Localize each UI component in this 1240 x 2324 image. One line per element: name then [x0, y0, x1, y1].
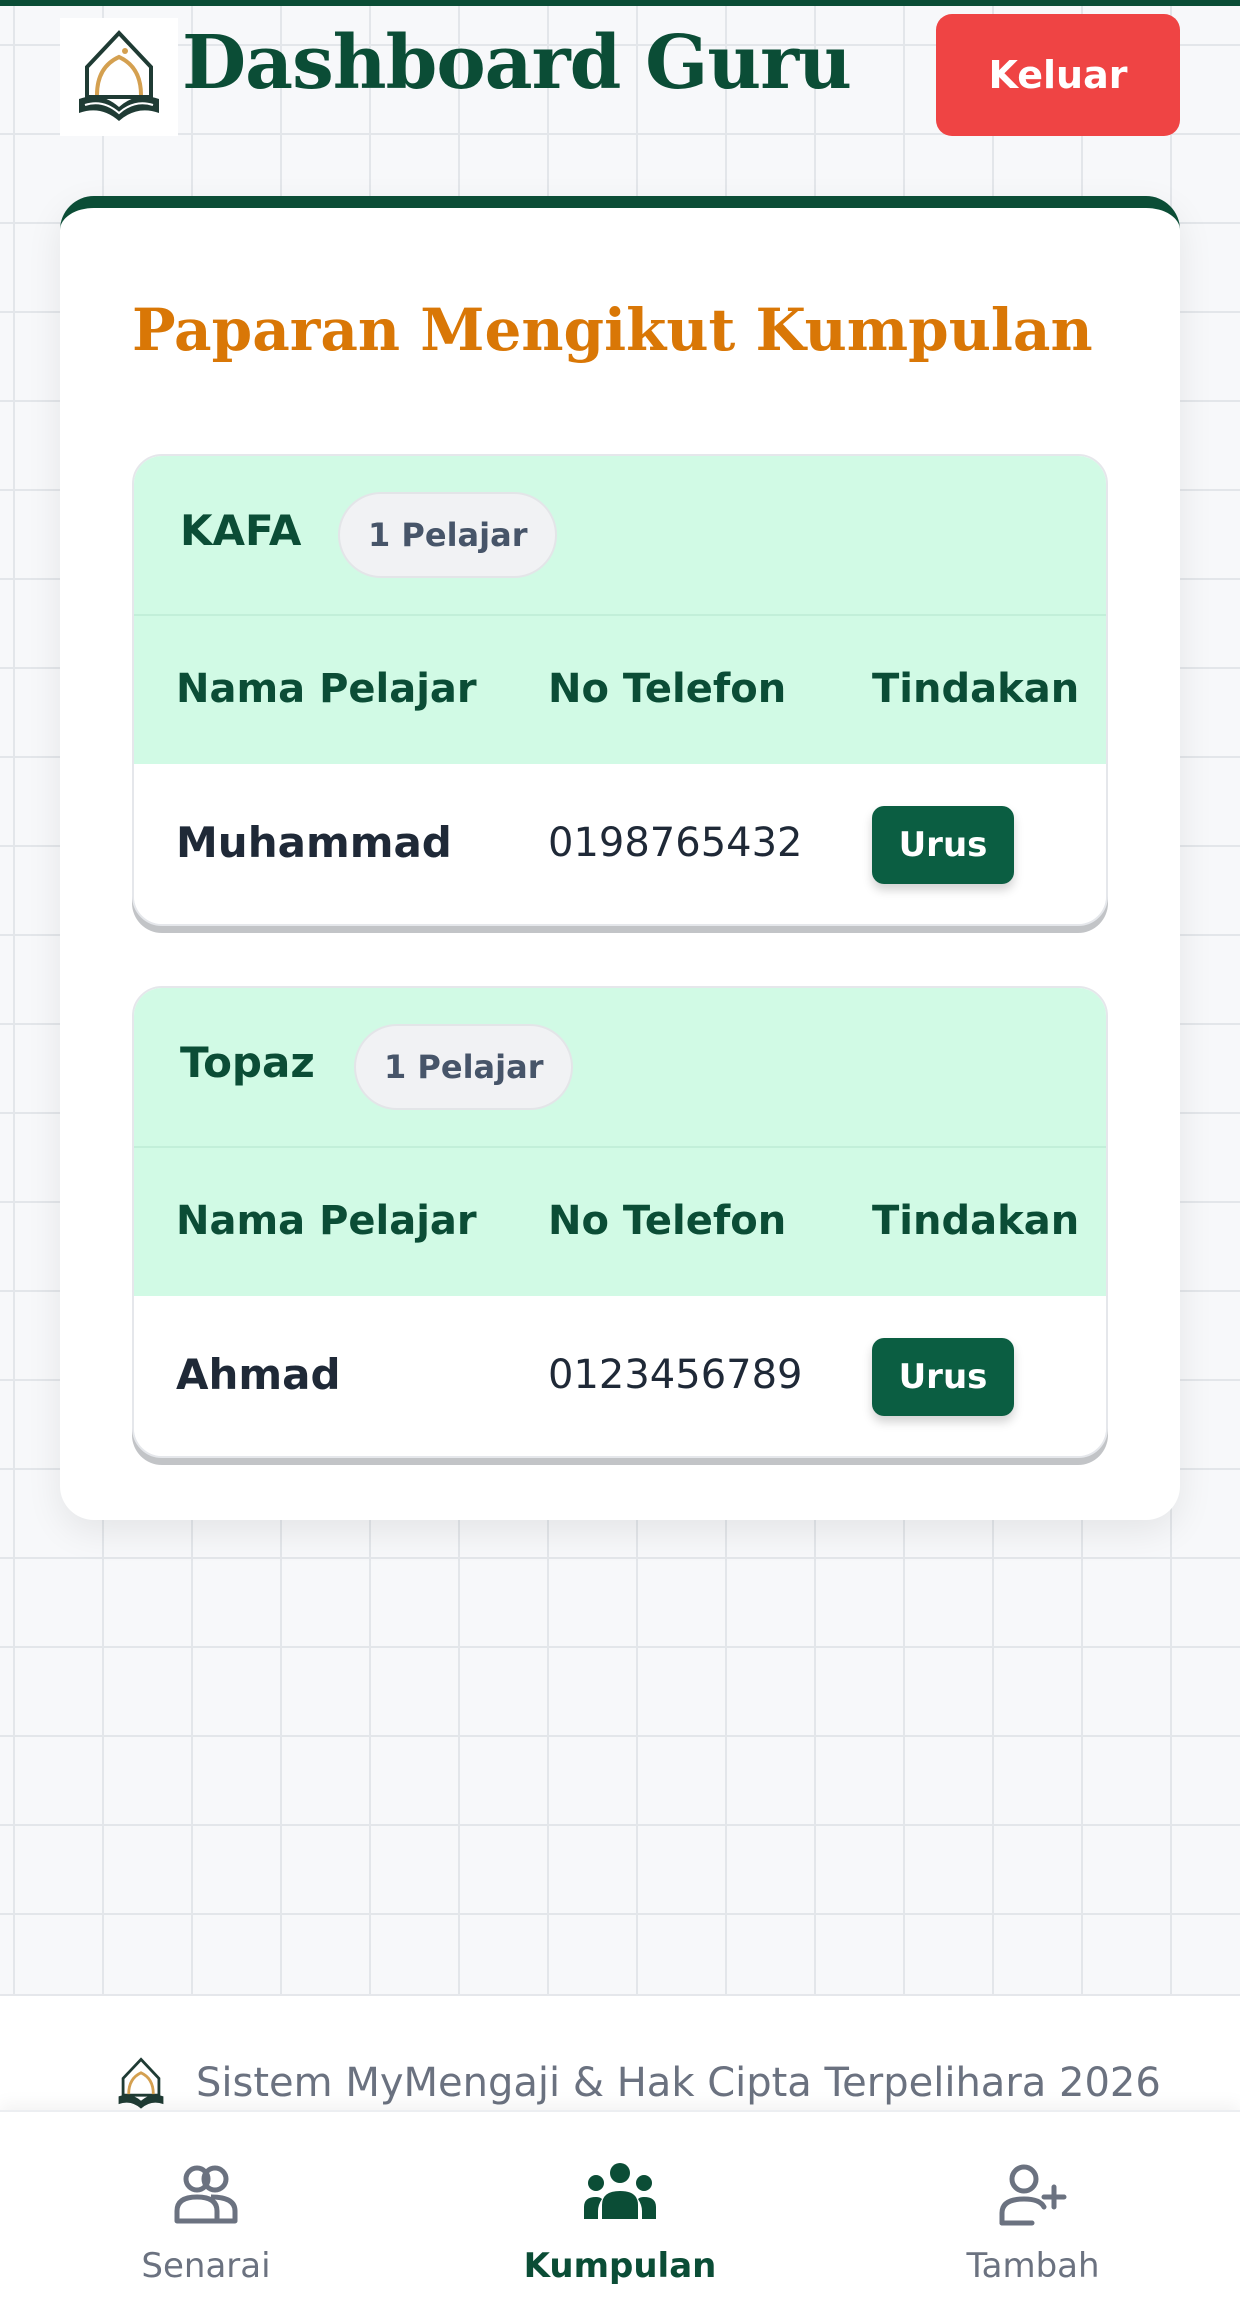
- student-count-badge: 1 Pelajar: [354, 1024, 574, 1110]
- manage-button[interactable]: Urus: [872, 806, 1014, 884]
- group-card-kafa: KAFA 1 Pelajar Nama Pelajar No Telefon T…: [132, 454, 1108, 926]
- page-title: Dashboard Guru: [182, 20, 852, 106]
- group-header: Topaz 1 Pelajar: [134, 988, 1106, 1148]
- student-count-badge: 1 Pelajar: [338, 492, 558, 578]
- mosque-book-logo-icon: [79, 30, 159, 121]
- student-name: Muhammad: [176, 818, 452, 867]
- bottom-nav: Senarai Kumpulan Tambah: [0, 2110, 1240, 2324]
- nav-item-kumpulan[interactable]: Kumpulan: [470, 2112, 770, 2324]
- nav-label: Senarai: [141, 2246, 271, 2286]
- nav-label: Tambah: [966, 2246, 1100, 2286]
- group-icon: [580, 2154, 660, 2234]
- student-phone: 0198765432: [548, 820, 803, 866]
- column-header-action: Tindakan: [872, 666, 1080, 712]
- group-card-topaz: Topaz 1 Pelajar Nama Pelajar No Telefon …: [132, 986, 1108, 1458]
- mosque-book-logo-icon: [118, 2057, 164, 2109]
- logo: [60, 18, 178, 136]
- student-phone: 0123456789: [548, 1352, 803, 1398]
- top-accent-bar: [0, 0, 1240, 6]
- manage-button[interactable]: Urus: [872, 1338, 1014, 1416]
- nav-item-tambah[interactable]: Tambah: [883, 2112, 1183, 2324]
- column-header-name: Nama Pelajar: [176, 666, 477, 712]
- column-header-name: Nama Pelajar: [176, 1198, 477, 1244]
- column-header-phone: No Telefon: [548, 1198, 787, 1244]
- table-row: Muhammad 0198765432 Urus: [134, 764, 1106, 924]
- student-name: Ahmad: [176, 1350, 341, 1399]
- nav-item-senarai[interactable]: Senarai: [56, 2112, 356, 2324]
- column-header-phone: No Telefon: [548, 666, 787, 712]
- add-user-icon: [993, 2154, 1073, 2234]
- app-header: Dashboard Guru Keluar: [0, 6, 1240, 146]
- footer-copyright: Sistem MyMengaji & Hak Cipta Terpelihara…: [196, 2060, 1161, 2106]
- table-row: Ahmad 0123456789 Urus: [134, 1296, 1106, 1456]
- users-icon: [166, 2154, 246, 2234]
- section-title: Paparan Mengikut Kumpulan: [132, 296, 1093, 364]
- group-name: Topaz: [180, 1038, 315, 1087]
- group-header: KAFA 1 Pelajar: [134, 456, 1106, 616]
- group-view-card: Paparan Mengikut Kumpulan KAFA 1 Pelajar…: [60, 196, 1180, 1520]
- group-name: KAFA: [180, 506, 302, 555]
- nav-label: Kumpulan: [523, 2246, 717, 2286]
- column-header-action: Tindakan: [872, 1198, 1080, 1244]
- logout-button[interactable]: Keluar: [936, 14, 1180, 136]
- table-header: Nama Pelajar No Telefon Tindakan: [134, 616, 1106, 764]
- table-header: Nama Pelajar No Telefon Tindakan: [134, 1148, 1106, 1296]
